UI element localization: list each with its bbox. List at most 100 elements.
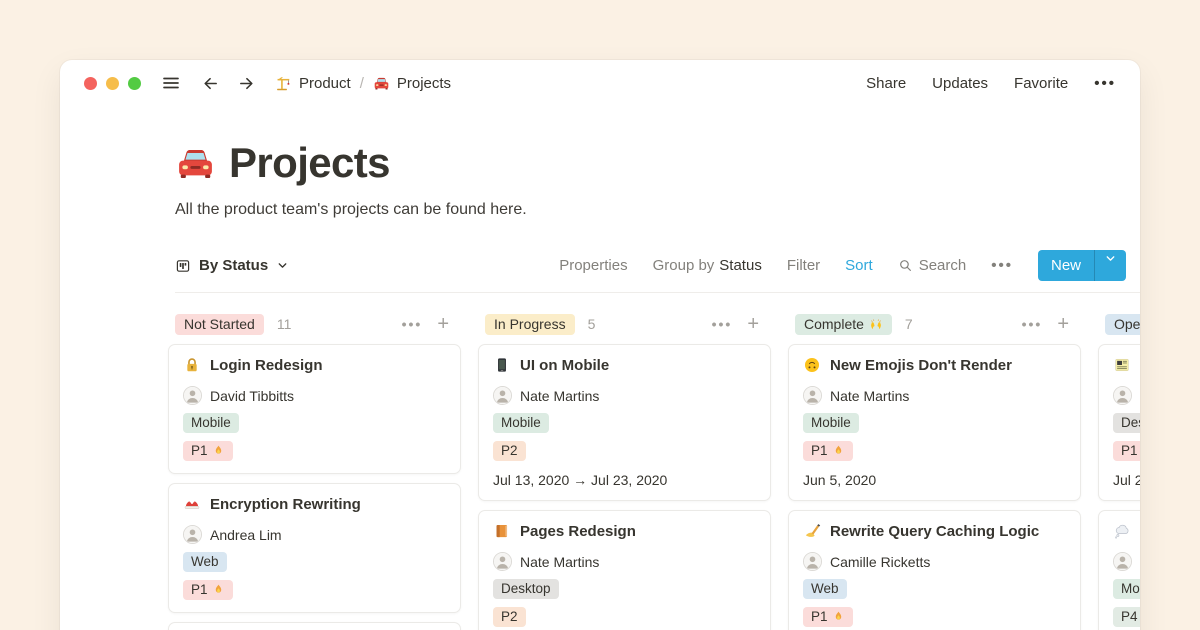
tag: P4 — [1113, 607, 1140, 627]
kanban-card[interactable]: PNDesktopP1Jul 2 — [1098, 344, 1140, 501]
column-header: Not Started11•••+ — [168, 310, 461, 338]
column-status-pill[interactable]: In Progress — [485, 314, 575, 335]
column-add-icon[interactable]: + — [747, 314, 759, 334]
tag-row: P2 — [493, 607, 756, 627]
new-button[interactable]: New — [1038, 250, 1126, 281]
sort-button[interactable]: Sort — [845, 257, 873, 274]
window-header: Product / Projects Share Updates Favorit… — [60, 60, 1140, 106]
group-by-prefix: Group by — [653, 257, 715, 274]
card-title-text: Pages Redesign — [520, 523, 636, 540]
updates-button[interactable]: Updates — [932, 75, 988, 92]
card-assignee: Nate Martins — [803, 386, 1066, 405]
crane-icon — [275, 75, 292, 92]
share-button[interactable]: Share — [866, 75, 906, 92]
column-actions: ••• + — [712, 314, 759, 334]
kanban-card[interactable]: Pages Redesign Nate Martins Desktop P2 — [478, 510, 771, 630]
tag: Mobile — [803, 413, 859, 433]
maximize-window-button[interactable] — [128, 77, 141, 90]
new-button-label[interactable]: New — [1038, 250, 1094, 281]
tag-row: Web — [183, 552, 446, 572]
avatar — [803, 386, 822, 405]
tag-label: Web — [191, 554, 219, 569]
assignee-name: Andrea Lim — [210, 527, 282, 543]
breadcrumb-item-projects[interactable]: Projects — [373, 75, 451, 92]
board-icon — [175, 258, 191, 274]
column-add-icon[interactable]: + — [437, 314, 449, 334]
column-status-pill[interactable]: Complete — [795, 314, 892, 335]
tag-row: Mobile — [803, 413, 1066, 433]
close-window-button[interactable] — [84, 77, 97, 90]
back-icon[interactable] — [201, 74, 220, 93]
writing-hand-icon — [803, 522, 821, 540]
column-count: 5 — [588, 316, 596, 332]
tag-row: P2 — [493, 441, 756, 461]
board-column: Not Started11•••+Login RedesignDavid Tib… — [168, 310, 461, 630]
breadcrumb-item-product[interactable]: Product — [275, 75, 351, 92]
column-status-pill[interactable]: Open — [1105, 314, 1140, 335]
card-title: New Emojis Don't Render — [803, 356, 1066, 374]
card-title: C — [1113, 522, 1140, 540]
column-count: 7 — [905, 316, 913, 332]
properties-button[interactable]: Properties — [559, 257, 627, 274]
column-header: Open•••+ — [1098, 310, 1140, 338]
search-button[interactable]: Search — [898, 257, 967, 274]
helmet-icon — [183, 495, 201, 513]
card-title: Rewrite Query Caching Logic — [803, 522, 1066, 540]
avatar — [493, 386, 512, 405]
minimize-window-button[interactable] — [106, 77, 119, 90]
kanban-card[interactable]: Rewrite Query Caching Logic Camille Ricke… — [788, 510, 1081, 630]
column-add-icon[interactable]: + — [1057, 314, 1069, 334]
card-title-text: Login Redesign — [210, 357, 323, 374]
filter-button[interactable]: Filter — [787, 257, 820, 274]
upside-down-face-icon — [803, 356, 821, 374]
phone-icon — [493, 356, 511, 374]
breadcrumb-label: Projects — [397, 75, 451, 92]
kanban-card[interactable]: UI on MobileNate MartinsMobileP2Jul 13, … — [478, 344, 771, 501]
kanban-card[interactable]: Login RedesignDavid TibbittsMobileP1 — [168, 344, 461, 474]
card-title-text: New Emojis Don't Render — [830, 357, 1012, 374]
car-icon — [175, 143, 216, 184]
column-header: In Progress 5 ••• + — [478, 310, 771, 338]
forward-icon[interactable] — [237, 74, 256, 93]
tag: P1 — [183, 441, 233, 461]
chevron-down-icon[interactable] — [1095, 250, 1126, 266]
avatar — [1113, 552, 1132, 571]
favorite-button[interactable]: Favorite — [1014, 75, 1068, 92]
column-status-pill[interactable]: Not Started — [175, 314, 264, 335]
group-by-button[interactable]: Group by Status — [653, 257, 762, 274]
kanban-card[interactable]: Encryption RewritingAndrea LimWebP1 — [168, 483, 461, 613]
toolbar-more-icon[interactable]: ••• — [991, 257, 1013, 274]
chevron-down-icon — [276, 259, 289, 272]
kanban-card[interactable]: New Emojis Don't Render Nate Martins Mobil… — [788, 344, 1081, 501]
assignee-name: Nate Martins — [830, 388, 909, 404]
column-more-icon[interactable]: ••• — [1022, 316, 1043, 332]
card-date: Jul 2 — [1113, 472, 1140, 488]
column-actions: ••• + — [402, 314, 449, 334]
toolbar-actions: Properties Group by Status Filter Sort S… — [559, 250, 1126, 281]
desktop-background: { "colors": { "accent": "#2EA8DC", "tag_… — [0, 0, 1200, 630]
assignee-name: Nate Martins — [520, 554, 599, 570]
view-selector[interactable]: By Status — [175, 257, 289, 274]
column-status-label: Not Started — [184, 316, 255, 332]
menu-icon[interactable] — [161, 73, 181, 93]
board-column: Complete 7 ••• + New Emojis Don't Render Nate… — [788, 310, 1081, 630]
tag-label: Desktop — [1121, 415, 1140, 430]
column-more-icon[interactable]: ••• — [402, 316, 423, 332]
assignee-name: Camille Ricketts — [830, 554, 930, 570]
tag-label: P1 — [1121, 443, 1138, 458]
kanban-card[interactable]: CSMobileP4 — [1098, 510, 1140, 630]
kanban-card-partial[interactable] — [168, 622, 461, 630]
tag-label: P1 — [191, 582, 208, 597]
tag-row: P1 — [803, 607, 1066, 627]
card-date: Jun 5, 2020 — [803, 472, 1066, 488]
car-icon — [373, 75, 390, 92]
tag-row: Mobile — [1113, 579, 1140, 599]
tag-row: P1 — [803, 441, 1066, 461]
tag-label: P2 — [501, 609, 518, 624]
column-more-icon[interactable]: ••• — [712, 316, 733, 332]
tag: Desktop — [1113, 413, 1140, 433]
card-title-text: Rewrite Query Caching Logic — [830, 523, 1039, 540]
more-icon[interactable]: ••• — [1094, 75, 1116, 92]
tag: Desktop — [493, 579, 559, 599]
view-selector-label: By Status — [199, 257, 268, 274]
